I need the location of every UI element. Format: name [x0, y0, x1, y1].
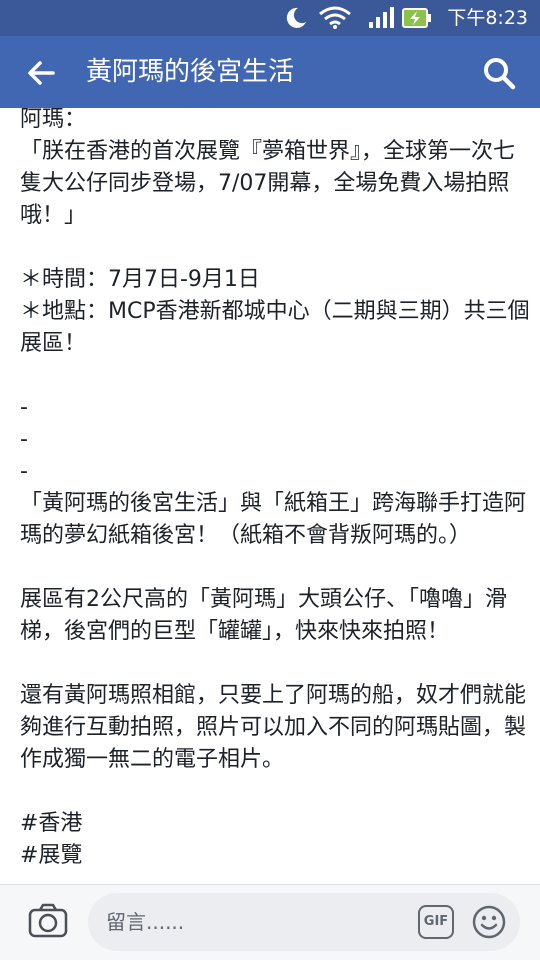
- moon-icon: [286, 7, 306, 28]
- battery-charging-icon: [402, 8, 431, 28]
- post-text: 阿瑪： 「朕在香港的首次展覽『夢箱世界』，全球第一次七隻大公仔同步登場，7/07…: [20, 108, 530, 868]
- app-bar: 黃阿瑪的後宮生活: [0, 36, 540, 108]
- post-content[interactable]: 阿瑪： 「朕在香港的首次展覽『夢箱世界』，全球第一次七隻大公仔同步登場，7/07…: [0, 108, 540, 884]
- comment-input[interactable]: 留言...... GIF: [88, 893, 520, 951]
- status-bar: 下午8:23: [0, 0, 540, 36]
- wifi-icon: [319, 6, 351, 29]
- comment-placeholder: 留言......: [106, 910, 185, 934]
- arrow-left-icon[interactable]: [26, 58, 56, 88]
- page-title: 黃阿瑪的後宮生活: [86, 57, 295, 87]
- smiley-icon[interactable]: [472, 905, 506, 939]
- status-time: 下午8:23: [447, 7, 528, 29]
- gif-button[interactable]: GIF: [418, 905, 454, 939]
- signal-icon: [369, 7, 394, 28]
- comment-bar: 留言...... GIF: [0, 884, 540, 960]
- search-icon[interactable]: [482, 56, 516, 90]
- gif-label: GIF: [423, 914, 449, 929]
- camera-icon[interactable]: [28, 903, 68, 939]
